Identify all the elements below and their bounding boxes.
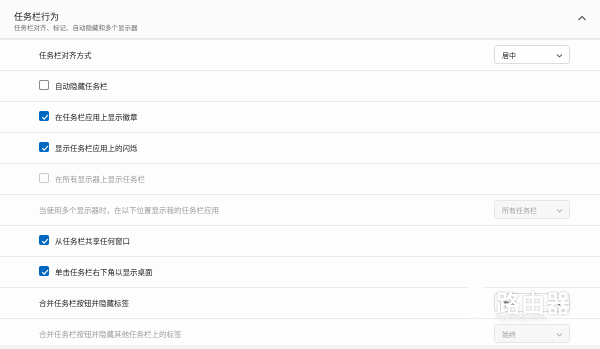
row-show-flashing[interactable]: 显示任务栏应用上的闪烁: [0, 132, 600, 163]
taskbar-alignment-dropdown[interactable]: 居中: [494, 45, 570, 64]
taskbar-alignment-value: 居中: [502, 52, 516, 60]
show-flashing-checkbox[interactable]: [39, 142, 49, 152]
watermark-url: luyouqi.com: [497, 313, 546, 322]
auto-hide-checkbox[interactable]: [39, 80, 49, 90]
section-subtitle: 任务栏对齐、标记、自动隐藏和多个显示器: [14, 24, 138, 32]
row-show-badges[interactable]: 在任务栏应用上显示徽章: [0, 101, 600, 132]
watermark: 路由器 luyouqi.com: [452, 278, 600, 345]
combine-other-taskbars-label: 合并任务栏按钮并隐藏其他任务栏上的标签: [39, 330, 182, 339]
share-window-checkbox[interactable]: [39, 235, 49, 245]
checkmark-icon: [41, 238, 49, 244]
show-on-all-displays-label: 在所有显示器上显示任务栏: [55, 175, 145, 184]
row-multi-display-location: 当使用多个显示器时，在以下位置显示我的任务栏应用 所有任务栏: [0, 194, 600, 225]
show-flashing-label: 显示任务栏应用上的闪烁: [55, 144, 138, 153]
router-logo-icon: [459, 285, 491, 317]
show-on-all-displays-checkbox: [39, 173, 49, 183]
taskbar-alignment-label: 任务栏对齐方式: [39, 51, 92, 60]
checkmark-icon: [41, 145, 49, 151]
multi-display-location-value: 所有任务栏: [502, 207, 537, 215]
corner-show-desktop-label: 单击任务栏右下角以显示桌面: [55, 268, 153, 277]
row-taskbar-alignment: 任务栏对齐方式 居中: [0, 39, 600, 70]
row-auto-hide[interactable]: 自动隐藏任务栏: [0, 70, 600, 101]
show-badges-checkbox[interactable]: [39, 111, 49, 121]
auto-hide-label: 自动隐藏任务栏: [55, 82, 108, 91]
row-show-on-all-displays: 在所有显示器上显示任务栏: [0, 163, 600, 194]
taskbar-behaviors-header[interactable]: 任务栏行为 任务栏对齐、标记、自动隐藏和多个显示器: [0, 0, 600, 39]
show-badges-label: 在任务栏应用上显示徽章: [55, 113, 138, 122]
chevron-down-icon: [556, 209, 563, 213]
combine-buttons-label: 合并任务栏按钮并隐藏标签: [39, 299, 129, 308]
chevron-up-icon[interactable]: [576, 12, 588, 24]
chevron-down-icon: [556, 54, 563, 58]
share-window-label: 从任务栏共享任何窗口: [55, 237, 130, 246]
multi-display-location-dropdown: 所有任务栏: [494, 200, 570, 219]
multi-display-location-label: 当使用多个显示器时，在以下位置显示我的任务栏应用: [39, 206, 219, 215]
row-share-window[interactable]: 从任务栏共享任何窗口: [0, 225, 600, 256]
checkmark-icon: [41, 114, 49, 120]
checkmark-icon: [41, 269, 49, 275]
corner-show-desktop-checkbox[interactable]: [39, 266, 49, 276]
